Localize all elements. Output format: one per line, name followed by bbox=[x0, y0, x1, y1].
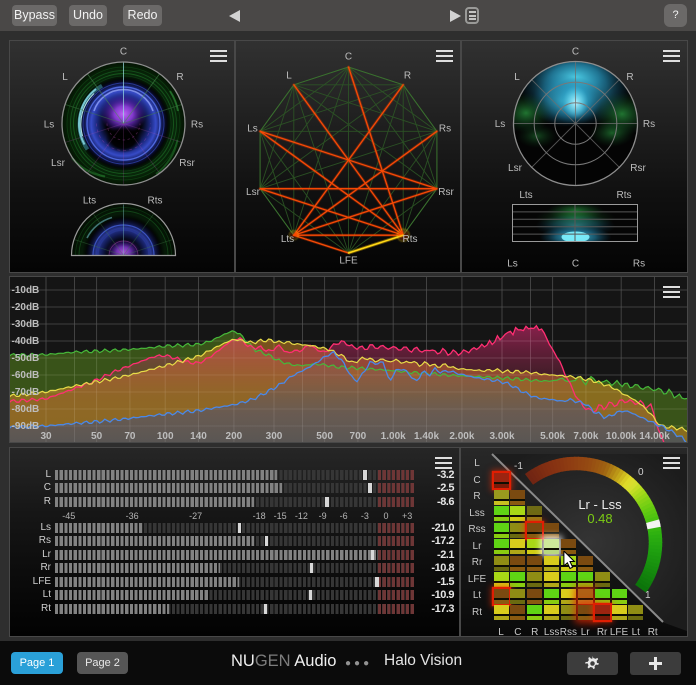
svg-text:R: R bbox=[404, 71, 411, 82]
svg-text:Lsr: Lsr bbox=[246, 187, 261, 198]
svg-text:LFE: LFE bbox=[339, 256, 358, 267]
svg-text:140: 140 bbox=[190, 431, 207, 442]
svg-text:-10dB: -10dB bbox=[12, 285, 40, 296]
svg-text:-20dB: -20dB bbox=[12, 302, 40, 313]
svg-text:3.00k: 3.00k bbox=[489, 431, 514, 442]
svg-text:5.00k: 5.00k bbox=[540, 431, 565, 442]
svg-text:Lts: Lts bbox=[281, 234, 294, 245]
svg-text:Rs: Rs bbox=[439, 124, 451, 135]
svg-text:Ls: Ls bbox=[44, 120, 55, 131]
svg-text:70: 70 bbox=[124, 431, 136, 442]
svg-text:7.00k: 7.00k bbox=[573, 431, 598, 442]
svg-text:Rsr: Rsr bbox=[438, 187, 454, 198]
svg-text:-90dB: -90dB bbox=[12, 421, 40, 432]
svg-text:Ls: Ls bbox=[247, 124, 258, 135]
svg-text:R: R bbox=[626, 72, 633, 83]
svg-text:Ls: Ls bbox=[495, 119, 506, 130]
svg-text:10.00k: 10.00k bbox=[606, 431, 637, 442]
svg-text:C: C bbox=[572, 47, 579, 58]
svg-text:500: 500 bbox=[316, 431, 333, 442]
svg-text:L: L bbox=[286, 71, 292, 82]
svg-text:-80dB: -80dB bbox=[12, 404, 40, 415]
svg-text:Rs: Rs bbox=[643, 119, 655, 130]
svg-text:Rts: Rts bbox=[617, 190, 632, 201]
svg-text:C: C bbox=[572, 259, 579, 270]
svg-text:700: 700 bbox=[350, 431, 367, 442]
svg-text:-30dB: -30dB bbox=[12, 319, 40, 330]
svg-text:Lsr: Lsr bbox=[508, 163, 523, 174]
svg-text:14.00k: 14.00k bbox=[639, 431, 670, 442]
svg-text:1.40k: 1.40k bbox=[414, 431, 439, 442]
svg-text:-60dB: -60dB bbox=[12, 370, 40, 381]
svg-text:200: 200 bbox=[226, 431, 243, 442]
svg-text:Ls: Ls bbox=[507, 259, 518, 270]
svg-text:L: L bbox=[514, 72, 520, 83]
svg-text:-40dB: -40dB bbox=[12, 336, 40, 347]
svg-text:300: 300 bbox=[266, 431, 283, 442]
svg-text:Lts: Lts bbox=[519, 190, 532, 201]
svg-text:Rs: Rs bbox=[633, 259, 645, 270]
svg-text:Rts: Rts bbox=[148, 196, 163, 207]
svg-text:Rsr: Rsr bbox=[179, 158, 195, 169]
svg-text:100: 100 bbox=[157, 431, 174, 442]
svg-text:C: C bbox=[345, 52, 352, 63]
svg-text:Rs: Rs bbox=[191, 120, 203, 131]
svg-text:-50dB: -50dB bbox=[12, 353, 40, 364]
svg-text:2.00k: 2.00k bbox=[449, 431, 474, 442]
svg-text:-70dB: -70dB bbox=[12, 387, 40, 398]
svg-text:R: R bbox=[176, 72, 183, 83]
svg-text:30: 30 bbox=[40, 431, 52, 442]
svg-text:50: 50 bbox=[91, 431, 103, 442]
svg-text:Lsr: Lsr bbox=[51, 158, 66, 169]
svg-text:Rts: Rts bbox=[403, 234, 418, 245]
svg-text:L: L bbox=[62, 72, 68, 83]
svg-text:1.00k: 1.00k bbox=[381, 431, 406, 442]
svg-text:C: C bbox=[120, 47, 127, 58]
svg-text:Lts: Lts bbox=[83, 196, 96, 207]
svg-text:Rsr: Rsr bbox=[630, 163, 646, 174]
